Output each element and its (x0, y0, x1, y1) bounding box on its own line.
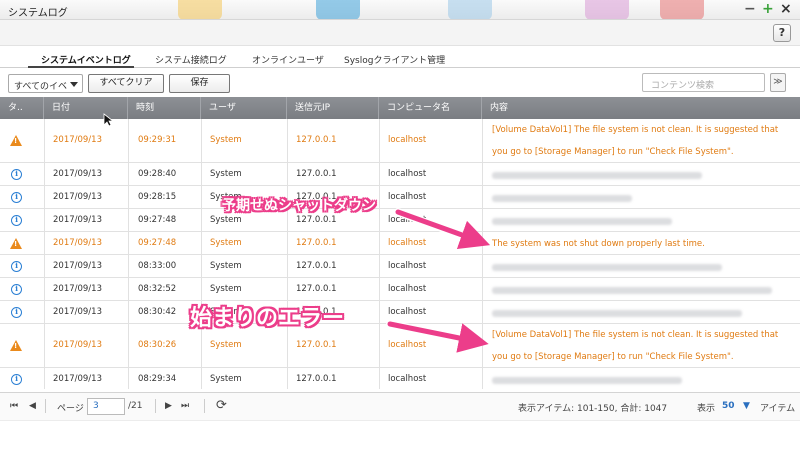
prev-page-icon[interactable]: ◀ (29, 401, 36, 411)
items-suffix: アイテム (760, 404, 796, 414)
display-label: 表示 (697, 404, 716, 414)
arrow-unexpected-shutdown-fill (395, 209, 491, 250)
pagination-bar: ⏮ ◀ ページ 3 /21 ▶ ⏭ ⟳ 表示アイテム: 101-150, 合計:… (0, 392, 800, 420)
first-page-icon[interactable]: ⏮ (10, 401, 18, 411)
next-page-icon[interactable]: ▶ (165, 401, 172, 411)
arrow-first-error-fill (387, 321, 489, 353)
total-pages: /21 (128, 401, 143, 411)
annotation-unexpected-shutdown: 予期せぬシャットダウン (222, 198, 376, 214)
items-info: 表示アイテム: 101-150, 合計: 1047 (518, 404, 668, 414)
per-page-select[interactable]: 50 (722, 401, 735, 411)
refresh-icon[interactable]: ⟳ (216, 398, 227, 413)
page-label: ページ (57, 404, 84, 414)
pager-separator (204, 399, 205, 413)
last-page-icon[interactable]: ⏭ (181, 401, 189, 411)
window-bottom (0, 420, 800, 467)
annotation-first-error: 始まりのエラー (190, 306, 345, 331)
mouse-cursor-icon (103, 113, 113, 127)
chevron-down-icon[interactable]: ▼ (743, 401, 750, 411)
pager-separator (45, 399, 46, 413)
page-number-input[interactable]: 3 (87, 398, 125, 415)
pager-separator (155, 399, 156, 413)
